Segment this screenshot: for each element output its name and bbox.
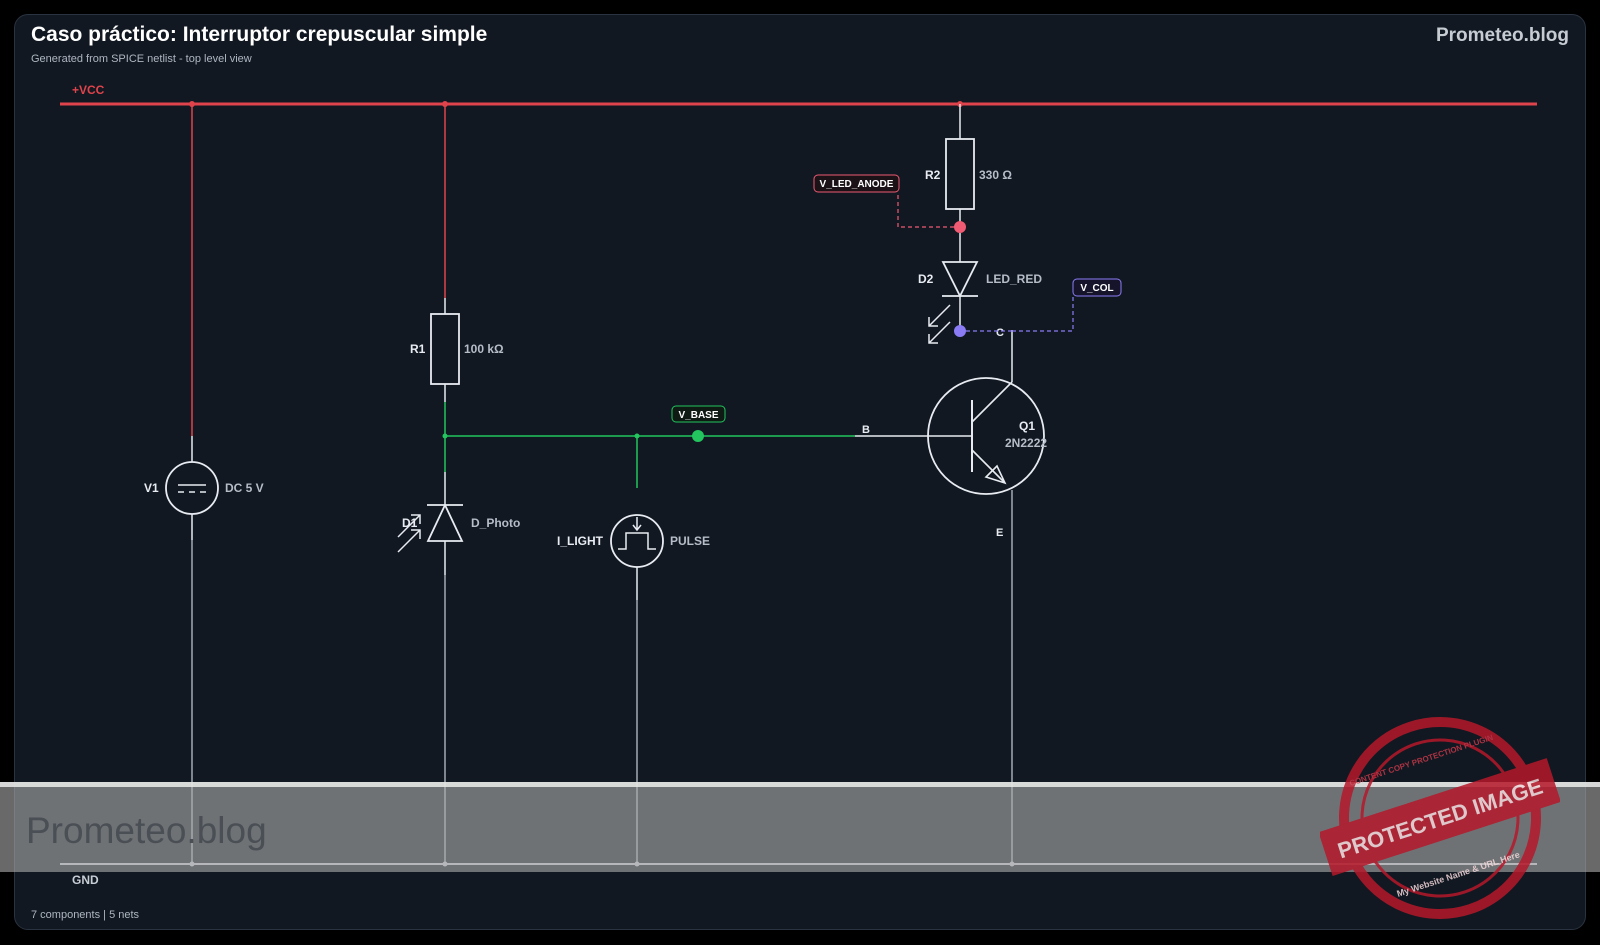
vcc-rail: +VCC xyxy=(60,83,1537,107)
component-r1[interactable]: R1 100 kΩ xyxy=(410,104,504,402)
i-light-ref: I_LIGHT xyxy=(557,534,604,548)
watermark-text: Prometeo.blog xyxy=(26,810,267,851)
r1-ref: R1 xyxy=(410,342,426,356)
q1-pin-c: C xyxy=(996,327,1004,339)
v-base-tag: V_BASE xyxy=(678,410,718,421)
r1-value: 100 kΩ xyxy=(464,342,504,356)
component-r2[interactable]: R2 330 Ω xyxy=(925,104,1012,227)
q1-ref: Q1 xyxy=(1019,419,1035,433)
net-v-col: V_COL xyxy=(954,278,1122,337)
net-v-base: V_BASE xyxy=(442,402,855,488)
v-led-anode-tag: V_LED_ANODE xyxy=(820,179,894,190)
v-col-tag: V_COL xyxy=(1080,283,1113,294)
q1-value: 2N2222 xyxy=(1005,436,1047,450)
gnd-label: GND xyxy=(72,873,99,887)
v1-value: DC 5 V xyxy=(225,481,264,495)
q1-pin-b: B xyxy=(862,424,870,436)
d2-ref: D2 xyxy=(918,272,934,286)
v1-ref: V1 xyxy=(144,481,159,495)
protected-image-stamp: PROTECTED IMAGE CONTENT COPY PROTECTION … xyxy=(1320,717,1560,919)
component-v1[interactable]: V1 DC 5 V xyxy=(144,104,264,864)
d1-ref: D1 xyxy=(402,516,418,530)
r2-ref: R2 xyxy=(925,168,941,182)
component-d2[interactable]: D2 LED_RED xyxy=(918,233,1042,344)
net-v-led-anode: V_LED_ANODE xyxy=(813,174,966,233)
q1-pin-e: E xyxy=(996,527,1003,539)
vcc-label: +VCC xyxy=(72,83,105,97)
d2-value: LED_RED xyxy=(986,272,1042,286)
i-light-value: PULSE xyxy=(670,534,710,548)
d1-value: D_Photo xyxy=(471,516,520,530)
r2-value: 330 Ω xyxy=(979,168,1012,182)
